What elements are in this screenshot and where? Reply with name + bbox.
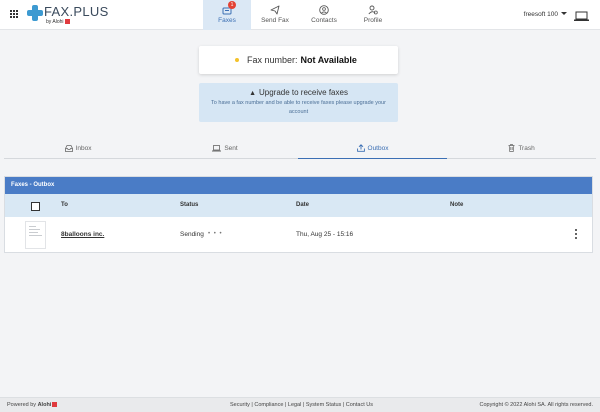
tab-sent[interactable]: Sent bbox=[152, 141, 298, 159]
swiss-flag-icon bbox=[64, 19, 70, 24]
contact-icon bbox=[319, 5, 329, 15]
inbox-icon bbox=[64, 145, 73, 152]
upgrade-card[interactable]: ▲ Upgrade to receive faxes To have a fax … bbox=[199, 83, 398, 122]
sent-icon bbox=[212, 145, 222, 152]
powered-by: Powered by Alohi bbox=[7, 402, 58, 408]
date-text: Thu, Aug 25 - 15:16 bbox=[296, 231, 354, 238]
top-bar: FAX.PLUS by Alohi 1 Faxes Send Fax Conta… bbox=[0, 0, 600, 30]
table-row[interactable]: 8balloons inc. Sending • • • Thu, Aug 25… bbox=[5, 217, 592, 253]
panel-title: Faxes - Outbox bbox=[5, 177, 592, 194]
column-header-note: Note bbox=[450, 202, 464, 208]
column-header-status: Status bbox=[180, 202, 199, 208]
select-all-checkbox[interactable] bbox=[31, 202, 40, 211]
outbox-panel: Faxes - Outbox To Status Date Note 8ball… bbox=[4, 176, 593, 253]
column-header-to: To bbox=[61, 202, 68, 208]
column-header-date: Date bbox=[296, 202, 310, 208]
logo[interactable]: FAX.PLUS by Alohi bbox=[27, 5, 127, 27]
faxes-badge: 1 bbox=[228, 1, 236, 9]
tab-inbox[interactable]: Inbox bbox=[4, 141, 152, 159]
fax-number-card: Fax number: Not Available bbox=[199, 46, 398, 74]
tab-outbox[interactable]: Outbox bbox=[298, 141, 447, 159]
logo-cross-icon bbox=[27, 5, 43, 21]
send-icon bbox=[270, 5, 280, 15]
table-header: To Status Date Note bbox=[5, 194, 592, 217]
logo-text: FAX.PLUS bbox=[44, 4, 109, 19]
fax-number-text: Fax number: Not Available bbox=[247, 55, 357, 65]
nav-label: Profile bbox=[363, 17, 383, 24]
status-text: Sending bbox=[180, 231, 204, 238]
logo-byline: by Alohi bbox=[46, 19, 70, 25]
swiss-flag-icon bbox=[52, 402, 58, 407]
nav-label: Faxes bbox=[218, 17, 236, 24]
footer: Powered by Alohi Security | Compliance |… bbox=[0, 397, 600, 412]
apps-grid-icon[interactable] bbox=[10, 10, 19, 19]
brand-link[interactable]: Alohi bbox=[38, 402, 52, 408]
profile-icon bbox=[368, 5, 378, 15]
warning-icon: ▲ bbox=[249, 90, 256, 97]
upgrade-title: ▲ Upgrade to receive faxes bbox=[249, 88, 348, 97]
copyright: Copyright © 2022 Alohi SA. All rights re… bbox=[479, 402, 594, 408]
nav-label: Contacts bbox=[311, 17, 337, 24]
footer-links[interactable]: Security | Compliance | Legal | System S… bbox=[230, 402, 373, 408]
user-menu[interactable]: freesoft 100 bbox=[524, 11, 567, 18]
more-options-icon[interactable] bbox=[574, 229, 578, 241]
fax-number-value: Not Available bbox=[300, 55, 357, 65]
username: freesoft 100 bbox=[523, 11, 558, 18]
laptop-icon[interactable] bbox=[574, 11, 589, 21]
trash-icon bbox=[508, 144, 515, 152]
nav-label: Send Fax bbox=[261, 17, 289, 24]
sending-progress-icon: • • • bbox=[208, 231, 223, 237]
upgrade-description: To have a fax number and be able to rece… bbox=[211, 100, 386, 115]
nav-faxes[interactable]: 1 Faxes bbox=[203, 0, 251, 30]
folder-tabs: Inbox Sent Outbox Trash bbox=[4, 141, 596, 159]
outbox-icon bbox=[356, 144, 365, 152]
nav-contacts[interactable]: Contacts bbox=[299, 0, 349, 30]
nav-send-fax[interactable]: Send Fax bbox=[251, 0, 299, 30]
nav-profile[interactable]: Profile bbox=[349, 0, 397, 30]
tab-trash[interactable]: Trash bbox=[447, 141, 596, 159]
fax-thumbnail[interactable] bbox=[25, 221, 46, 249]
recipient-link[interactable]: 8balloons inc. bbox=[61, 231, 104, 238]
status-dot bbox=[235, 58, 239, 62]
chevron-down-icon bbox=[561, 12, 567, 15]
